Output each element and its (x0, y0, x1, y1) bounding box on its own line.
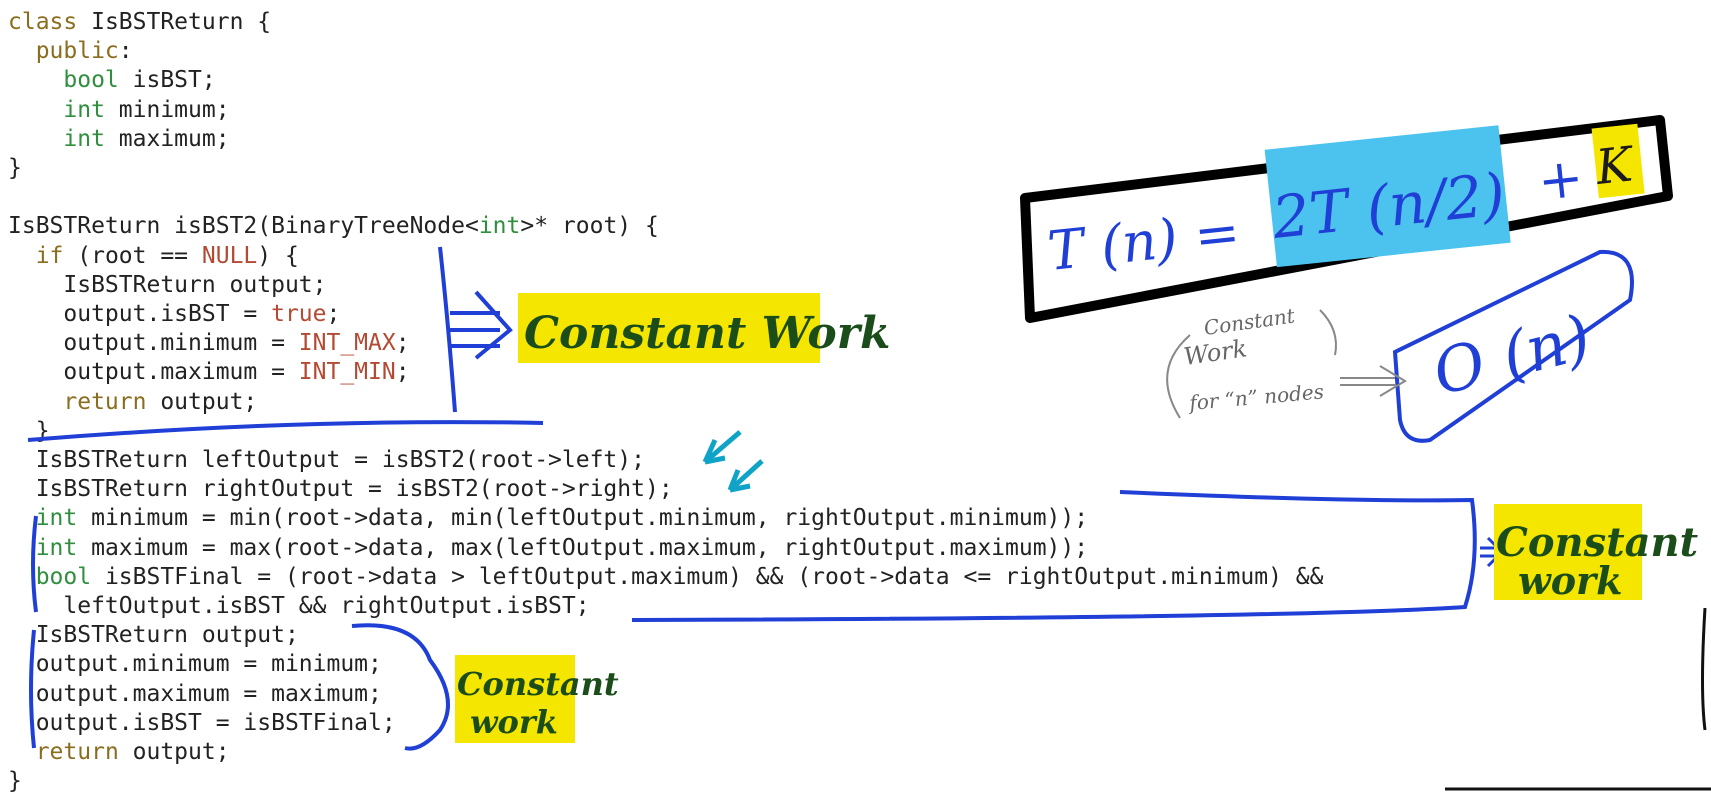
big-o-text: O (n) (1426, 300, 1598, 409)
constant-work-1: Constant Work (27, 246, 890, 442)
recurrence-plus: + (1535, 146, 1587, 213)
recurrence-box: T (n) = 2T (n/2) + K (1020, 115, 1673, 323)
frame-edge (1701, 607, 1707, 731)
constant-work-2: Constant work (31, 490, 1699, 622)
note-line-3: for “n” nodes (1186, 379, 1324, 415)
note-line-1: Constant (1202, 303, 1297, 340)
constant-work-3-line-2: work (470, 703, 558, 741)
annotated-code-screenshot: class IsBSTReturn { public: bool isBST; … (0, 0, 1711, 794)
cyan-arrow-1 (702, 430, 742, 465)
note-line-2: Work (1182, 334, 1249, 371)
constant-work-3: Constant work (29, 623, 619, 751)
constant-work-3-line-1: Constant (457, 665, 619, 703)
constant-work-1-text: Constant Work (524, 308, 890, 359)
constant-work-2-line-2: work (1518, 558, 1622, 603)
gray-note: Constant Work for “n” nodes (1166, 303, 1407, 419)
cyan-arrow-2 (727, 459, 764, 493)
handwritten-annotations: T (n) = 2T (n/2) + K O (n) Constant Work… (27, 115, 1711, 791)
big-o-box: O (n) (1392, 249, 1634, 443)
